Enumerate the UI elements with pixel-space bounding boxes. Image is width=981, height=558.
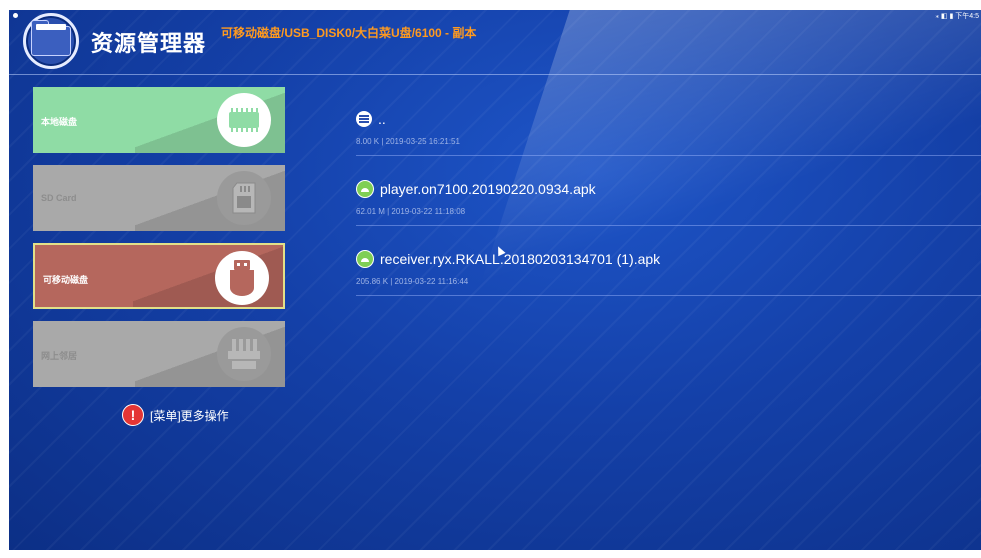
file-meta: 205.86 K | 2019-03-22 11:16:44 xyxy=(356,277,469,286)
file-row-player-apk[interactable]: player.on7100.20190220.0934.apk 62.01 M … xyxy=(356,175,981,245)
exclamation-icon: ! xyxy=(122,404,144,426)
file-name: receiver.ryx.RKALL.20180203134701 (1).ap… xyxy=(380,251,661,267)
sidebar-item-label: 网上邻居 xyxy=(41,351,78,361)
sidebar-item-label: 可移动磁盘 xyxy=(43,275,89,285)
menu-hint-text: [菜单]更多操作 xyxy=(150,408,229,423)
folder-sheet xyxy=(36,24,66,30)
screen: ⁎ ◧ ▮ 下午4:5 资源管理器 可移动磁盘/USB_DISK0/大白菜U盘/… xyxy=(9,10,981,550)
sidebar-item-label: 本地磁盘 xyxy=(41,117,78,127)
document-icon xyxy=(356,111,372,127)
file-divider xyxy=(356,225,981,226)
app-title: 资源管理器 xyxy=(91,31,207,56)
file-list: .. 8.00 K | 2019-03-25 16:21:51 player.o… xyxy=(356,105,981,315)
file-row-receiver-apk[interactable]: receiver.ryx.RKALL.20180203134701 (1).ap… xyxy=(356,245,981,315)
apk-icon xyxy=(356,180,374,198)
sidebar-item-removable-disk[interactable]: 可移动磁盘 xyxy=(33,243,285,309)
network-drive-icon xyxy=(217,327,271,381)
folder-app-icon xyxy=(23,13,79,69)
apk-icon xyxy=(356,250,374,268)
sidebar: 本地磁盘 SD Card 可移动磁盘 网上邻居 xyxy=(33,87,289,399)
file-meta: 62.01 M | 2019-03-22 11:18:08 xyxy=(356,207,466,216)
file-name-line: receiver.ryx.RKALL.20180203134701 (1).ap… xyxy=(356,245,981,273)
usb-drive-icon xyxy=(215,251,269,305)
sidebar-item-local-disk[interactable]: 本地磁盘 xyxy=(33,87,285,153)
sidebar-item-network[interactable]: 网上邻居 xyxy=(33,321,285,387)
file-meta: 8.00 K | 2019-03-25 16:21:51 xyxy=(356,137,460,146)
sidebar-item-sd-card[interactable]: SD Card xyxy=(33,165,285,231)
file-name-line: .. xyxy=(356,105,981,133)
current-path: 可移动磁盘/USB_DISK0/大白菜U盘/6100 - 副本 xyxy=(221,26,477,40)
header: 资源管理器 可移动磁盘/USB_DISK0/大白菜U盘/6100 - 副本 xyxy=(9,10,981,74)
file-divider xyxy=(356,295,981,296)
file-divider xyxy=(356,155,981,156)
file-name-line: player.on7100.20190220.0934.apk xyxy=(356,175,981,203)
folder-icon xyxy=(31,20,71,56)
sd-card-icon xyxy=(217,171,271,225)
file-row-parent[interactable]: .. 8.00 K | 2019-03-25 16:21:51 xyxy=(356,105,981,175)
file-name: .. xyxy=(378,111,386,127)
menu-hint: ! [菜单]更多操作 xyxy=(122,404,229,426)
sidebar-item-label: SD Card xyxy=(41,193,77,203)
file-name: player.on7100.20190220.0934.apk xyxy=(380,181,596,197)
header-divider xyxy=(9,74,981,75)
memory-chip-icon xyxy=(217,93,271,147)
